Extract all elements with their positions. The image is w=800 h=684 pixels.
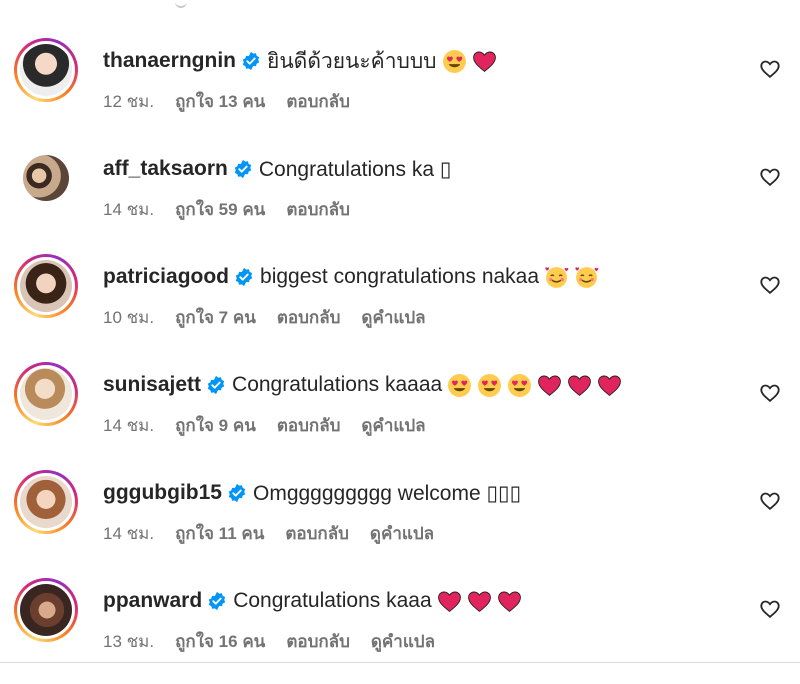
heart-outline-icon[interactable]: [759, 490, 781, 512]
avatar[interactable]: [14, 146, 78, 210]
comment-item: gggubgib15 Omggggggggg welcome ▯▯▯ 14 ชม…: [0, 468, 800, 576]
avatar-photo: [20, 368, 72, 420]
red-heart-emoji-icon: [568, 374, 592, 396]
comment-item: thanaerngnin ยินดีด้วยนะค้าบบบ 12 ชม. ถู…: [0, 36, 800, 144]
see-translation-button[interactable]: ดูคำแปล: [371, 628, 435, 655]
heart-eyes-emoji-icon: [508, 373, 532, 397]
comment-timestamp: 14 ชม.: [103, 524, 155, 543]
comment-timestamp: 14 ชม.: [103, 200, 155, 219]
comment-reply-button[interactable]: ตอบกลับ: [286, 88, 350, 115]
comment-reply-button[interactable]: ตอบกลับ: [285, 520, 349, 547]
red-heart-emoji-icon: [598, 374, 622, 396]
verified-badge-icon: [235, 267, 253, 287]
comment-item: sunisajett Congratulations kaaaa 14 ชม. …: [0, 360, 800, 468]
verified-badge-icon: [209, 591, 226, 611]
verified-badge-icon: [234, 159, 252, 179]
comment-text: Congratulations kaaaa: [232, 373, 443, 396]
avatar-photo: [23, 155, 69, 201]
see-translation-button[interactable]: ดูคำแปล: [370, 520, 434, 547]
comment-username[interactable]: thanaerngnin: [103, 49, 236, 73]
avatar[interactable]: [14, 362, 78, 426]
verified-badge-icon: [228, 483, 246, 503]
red-heart-emoji-icon: [472, 50, 496, 72]
red-heart-emoji-icon: [497, 590, 521, 612]
comment-likes-count[interactable]: ถูกใจ 7 คน: [175, 304, 256, 331]
comment-reply-button[interactable]: ตอบกลับ: [286, 628, 350, 655]
comment-text: Congratulations ka ▯: [258, 157, 452, 181]
comment-likes-count[interactable]: ถูกใจ 9 คน: [175, 412, 256, 439]
red-heart-emoji-icon: [437, 590, 461, 612]
comment-text: Congratulations kaaa: [233, 589, 432, 612]
comment-text: biggest congratulations nakaa: [260, 265, 540, 288]
comment-text: Omggggggggg welcome ▯▯▯: [253, 481, 522, 505]
comment-text: ยินดีด้วยนะค้าบบบ: [267, 49, 437, 73]
red-heart-emoji-icon: [538, 374, 562, 396]
comment-likes-count[interactable]: ถูกใจ 11 คน: [175, 520, 264, 547]
smiling-hearts-emoji-icon: [545, 266, 569, 288]
comment-item: ppanward Congratulations kaaa 13 ชม. ถูก…: [0, 576, 800, 684]
avatar-photo: [20, 44, 72, 96]
previous-comment-remnant: [175, 0, 187, 8]
avatar[interactable]: [14, 254, 78, 318]
comment-username[interactable]: aff_taksaorn: [103, 157, 228, 181]
red-heart-emoji-icon: [467, 590, 491, 612]
comment-reply-button[interactable]: ตอบกลับ: [277, 412, 341, 439]
comment-timestamp: 13 ชม.: [103, 632, 155, 651]
avatar-photo: [20, 260, 72, 312]
comment-likes-count[interactable]: ถูกใจ 59 คน: [175, 196, 265, 223]
heart-outline-icon[interactable]: [759, 598, 781, 620]
avatar[interactable]: [14, 38, 78, 102]
heart-outline-icon[interactable]: [759, 274, 781, 296]
see-translation-button[interactable]: ดูคำแปล: [361, 304, 425, 331]
avatar-photo: [20, 476, 72, 528]
avatar[interactable]: [14, 578, 78, 642]
comment-item: patriciagood biggest congratulations nak…: [0, 252, 800, 360]
heart-eyes-emoji-icon: [448, 373, 472, 397]
comment-reply-button[interactable]: ตอบกลับ: [286, 196, 350, 223]
comment-username[interactable]: gggubgib15: [103, 481, 222, 505]
heart-eyes-emoji-icon: [478, 373, 502, 397]
comment-reply-button[interactable]: ตอบกลับ: [277, 304, 341, 331]
avatar-photo: [20, 584, 72, 636]
comment-item: aff_taksaorn Congratulations ka ▯ 14 ชม.…: [0, 144, 800, 252]
avatar[interactable]: [14, 470, 78, 534]
comment-likes-count[interactable]: ถูกใจ 16 คน: [175, 628, 265, 655]
verified-badge-icon: [242, 51, 260, 71]
heart-outline-icon[interactable]: [759, 382, 781, 404]
comment-username[interactable]: ppanward: [103, 589, 202, 613]
comment-username[interactable]: sunisajett: [103, 373, 201, 397]
see-translation-button[interactable]: ดูคำแปล: [361, 412, 425, 439]
verified-badge-icon: [207, 375, 225, 395]
comment-timestamp: 10 ชม.: [103, 308, 155, 327]
comment-timestamp: 12 ชม.: [103, 92, 155, 111]
heart-outline-icon[interactable]: [759, 166, 781, 188]
heart-eyes-emoji-icon: [442, 49, 466, 73]
comment-likes-count[interactable]: ถูกใจ 13 คน: [175, 88, 265, 115]
comment-list: thanaerngnin ยินดีด้วยนะค้าบบบ 12 ชม. ถู…: [0, 36, 800, 684]
smiling-hearts-emoji-icon: [575, 266, 599, 288]
comment-timestamp: 14 ชม.: [103, 416, 155, 435]
heart-outline-icon[interactable]: [759, 58, 781, 80]
divider: [0, 662, 800, 663]
comment-username[interactable]: patriciagood: [103, 265, 229, 289]
